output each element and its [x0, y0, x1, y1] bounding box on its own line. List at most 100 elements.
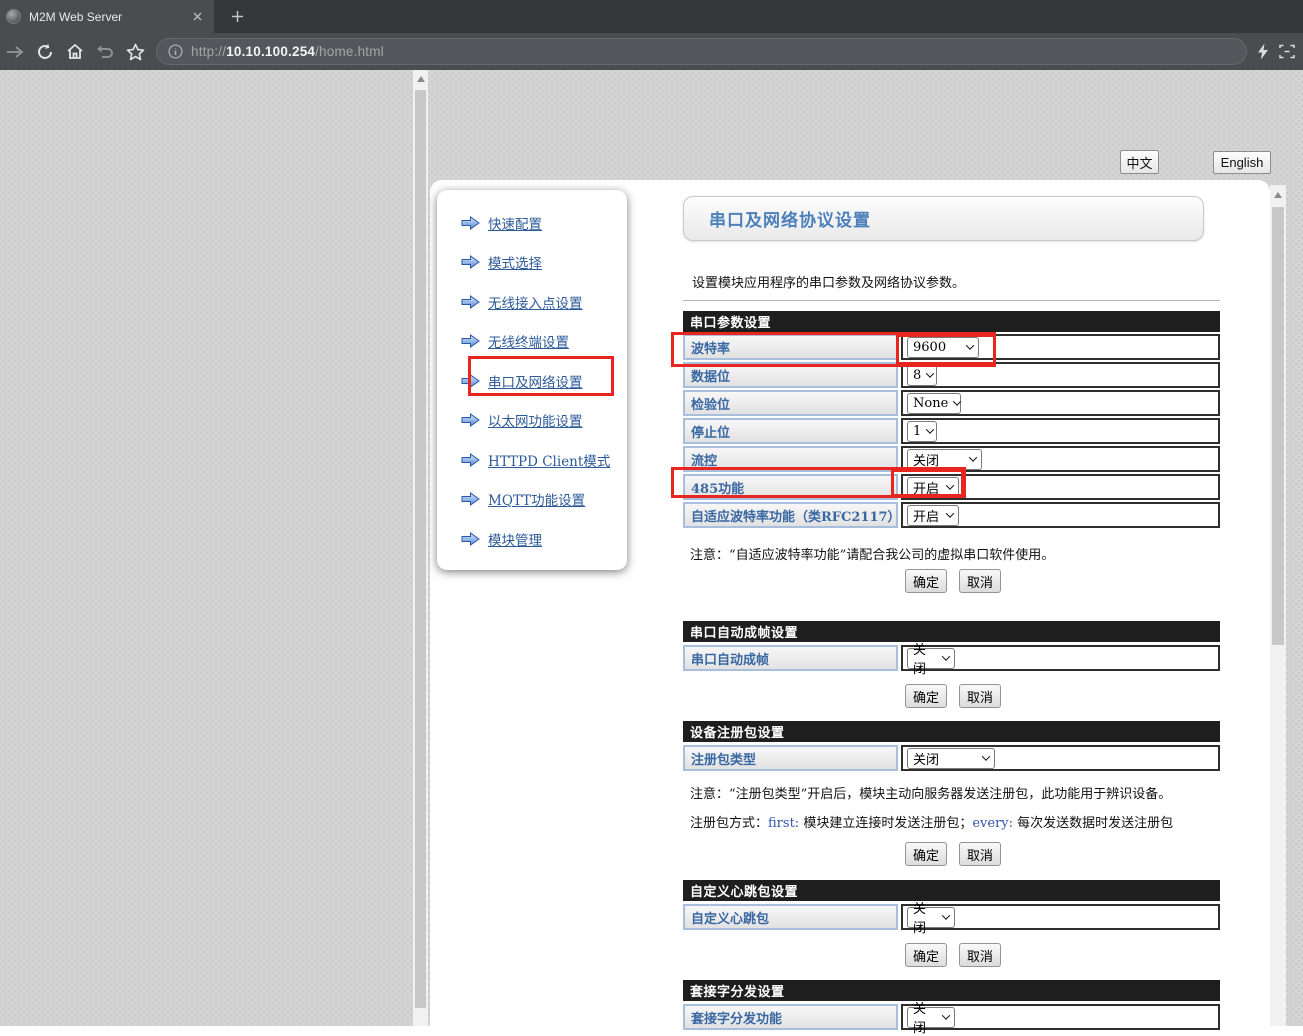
- cancel-button[interactable]: 取消: [959, 569, 1001, 593]
- section-header-heartbeat: 自定义心跳包设置: [683, 880, 1220, 901]
- left-scrollbar-thumb[interactable]: [415, 90, 426, 1008]
- bookmark-star-icon[interactable]: [120, 37, 150, 67]
- arrow-bullet-icon: [461, 295, 480, 309]
- right-scrollbar[interactable]: [1270, 185, 1286, 1026]
- cancel-button[interactable]: 取消: [959, 842, 1001, 866]
- page-subtitle: 设置模块应用程序的串口参数及网络协议参数。: [692, 272, 1220, 291]
- page-title: 串口及网络协议设置: [709, 206, 871, 231]
- adaptive-baud-select[interactable]: 开启: [907, 505, 959, 526]
- browser-tab[interactable]: M2M Web Server: [0, 0, 214, 33]
- sidebar-item-mqtt[interactable]: MQTT功能设置: [437, 480, 627, 520]
- scroll-up-icon[interactable]: [1274, 192, 1282, 198]
- sidebar-item-label[interactable]: 模式选择: [488, 252, 542, 272]
- ok-button[interactable]: 确定: [905, 684, 947, 708]
- browser-tab-bar: M2M Web Server: [0, 0, 1303, 33]
- sidebar-item-label[interactable]: HTTPD Client模式: [488, 450, 610, 470]
- table-row: 自定义心跳包关闭: [683, 904, 1220, 930]
- chevron-down-icon: [942, 652, 950, 660]
- row-label: 自定义心跳包: [683, 904, 898, 930]
- arrow-bullet-icon: [461, 413, 480, 427]
- stop-bits-select[interactable]: 1: [907, 421, 937, 442]
- reload-icon[interactable]: [30, 37, 60, 67]
- table-row: 注册包类型关闭: [683, 745, 1220, 771]
- auto-framing-select[interactable]: 关闭: [907, 648, 955, 669]
- sidebar-item-httpd-client[interactable]: HTTPD Client模式: [437, 440, 627, 480]
- right-scrollbar-thumb[interactable]: [1272, 207, 1284, 645]
- row-label: 自适应波特率功能（类RFC2117）: [683, 502, 898, 528]
- parity-select[interactable]: None: [907, 393, 961, 414]
- sidebar-item-ethernet[interactable]: 以太网功能设置: [437, 401, 627, 441]
- note-regpack-1: 注意：“注册包类型”开启后，模块主动向服务器发送注册包，此功能用于辨识设备。: [690, 783, 1220, 802]
- note-regpack-2: 注册包方式：first: 模块建立连接时发送注册包；every: 每次发送数据时…: [690, 812, 1220, 831]
- arrow-bullet-icon: [461, 216, 480, 230]
- heartbeat-select[interactable]: 关闭: [907, 907, 955, 928]
- chevron-down-icon: [982, 752, 990, 760]
- annotation-red-box-menu-serial: [468, 356, 614, 396]
- chevron-down-icon: [926, 425, 934, 433]
- lang-chinese-button[interactable]: 中文: [1120, 150, 1159, 174]
- note-serial: 注意：“自适应波特率功能”请配合我公司的虚拟串口软件使用。: [690, 544, 1220, 563]
- lang-english-button[interactable]: English: [1213, 151, 1271, 174]
- row-label: 停止位: [683, 418, 898, 444]
- sidebar-item-label[interactable]: MQTT功能设置: [488, 489, 585, 509]
- page-title-box: 串口及网络协议设置: [683, 196, 1204, 241]
- web-page: 中文 English 快速配置 模式选择 无线接入点设置 无线终端设置 串口及网…: [0, 70, 1303, 1026]
- info-icon: [168, 44, 183, 59]
- browser-toolbar: http://10.10.100.254/home.html: [0, 33, 1303, 70]
- lightning-icon[interactable]: [1257, 43, 1269, 60]
- scroll-up-icon[interactable]: [417, 76, 425, 82]
- arrow-bullet-icon: [461, 492, 480, 506]
- arrow-bullet-icon: [461, 532, 480, 546]
- url-text: http://10.10.100.254/home.html: [191, 44, 384, 59]
- ok-button[interactable]: 确定: [905, 569, 947, 593]
- data-bits-select[interactable]: 8: [907, 365, 937, 386]
- table-row: 套接字分发功能关闭: [683, 1004, 1220, 1030]
- chevron-down-icon: [946, 509, 954, 517]
- chevron-down-icon: [953, 397, 961, 405]
- sidebar-item-wireless-ap[interactable]: 无线接入点设置: [437, 282, 627, 322]
- section-header-serial: 串口参数设置: [683, 311, 1220, 332]
- sidebar-item-label[interactable]: 以太网功能设置: [488, 410, 583, 430]
- cancel-button[interactable]: 取消: [959, 684, 1001, 708]
- annotation-red-box-baud-select: [896, 334, 996, 365]
- url-path: /home.html: [315, 44, 384, 59]
- ok-button[interactable]: 确定: [905, 842, 947, 866]
- sidebar-item-label[interactable]: 快速配置: [488, 213, 542, 233]
- capture-corners-icon[interactable]: [1279, 44, 1295, 59]
- section-header-framing: 串口自动成帧设置: [683, 621, 1220, 642]
- row-label: 检验位: [683, 390, 898, 416]
- sidebar-item-mode-select[interactable]: 模式选择: [437, 243, 627, 283]
- chevron-down-icon: [942, 911, 950, 919]
- cancel-button[interactable]: 取消: [959, 943, 1001, 967]
- arrow-bullet-icon: [461, 334, 480, 348]
- tab-close-icon[interactable]: [189, 9, 205, 25]
- ok-button[interactable]: 确定: [905, 943, 947, 967]
- chevron-down-icon: [969, 453, 977, 461]
- undo-icon[interactable]: [90, 37, 120, 67]
- table-row: 串口自动成帧关闭: [683, 645, 1220, 671]
- new-tab-button[interactable]: [220, 0, 254, 33]
- home-icon[interactable]: [60, 37, 90, 67]
- sidebar-item-module-mgmt[interactable]: 模块管理: [437, 519, 627, 559]
- site-favicon-icon: [6, 9, 21, 24]
- chevron-down-icon: [926, 369, 934, 377]
- url-scheme: http://: [191, 44, 226, 59]
- regpack-every-keyword: every:: [972, 816, 1013, 831]
- main-content: 串口及网络协议设置 设置模块应用程序的串口参数及网络协议参数。 串口参数设置 波…: [683, 196, 1220, 1030]
- tab-title: M2M Web Server: [29, 10, 185, 24]
- sidebar-item-label[interactable]: 无线终端设置: [488, 331, 569, 351]
- table-row: 检验位 None: [683, 390, 1220, 416]
- regpack-type-select[interactable]: 关闭: [907, 748, 995, 769]
- url-host: 10.10.100.254: [226, 44, 315, 59]
- arrow-bullet-icon: [461, 255, 480, 269]
- sidebar-item-label[interactable]: 模块管理: [488, 529, 542, 549]
- socket-dispatch-select[interactable]: 关闭: [907, 1007, 955, 1028]
- forward-icon[interactable]: [0, 37, 30, 67]
- arrow-bullet-icon: [461, 453, 480, 467]
- chevron-down-icon: [942, 1011, 950, 1019]
- sidebar-item-label[interactable]: 无线接入点设置: [488, 292, 583, 312]
- url-bar[interactable]: http://10.10.100.254/home.html: [156, 38, 1247, 65]
- sidebar-item-quick-config[interactable]: 快速配置: [437, 203, 627, 243]
- row-label: 注册包类型: [683, 745, 898, 771]
- left-scrollbar[interactable]: [413, 70, 428, 1026]
